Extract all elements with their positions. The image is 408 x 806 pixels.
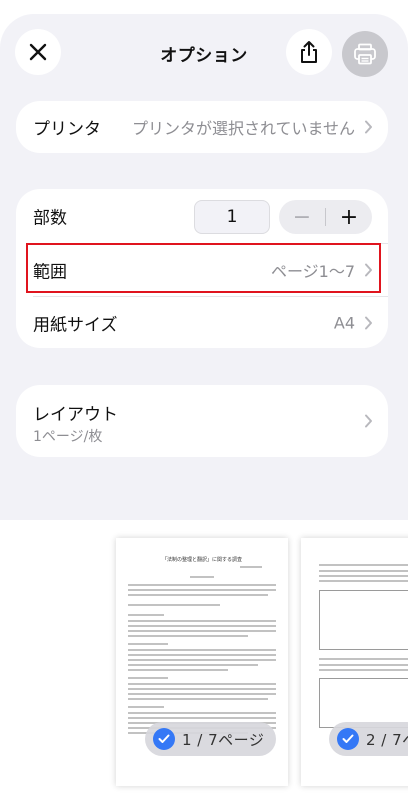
preview-text-line (319, 658, 408, 660)
preview-text-line (128, 693, 276, 695)
preview-text-line (240, 566, 262, 568)
preview-text-line (319, 570, 408, 572)
paper-size-row[interactable]: 用紙サイズ A4 (16, 297, 388, 349)
printer-label: プリンタ (33, 119, 101, 140)
preview-text-line (128, 683, 276, 685)
page-1-label: 1 / 7ページ (182, 730, 265, 749)
layout-label: レイアウト (33, 405, 118, 425)
increment-button[interactable]: + (326, 200, 372, 234)
page-2-label: 2 / 7ペ (366, 730, 408, 749)
preview-text-line (128, 664, 258, 666)
preview-text-line (128, 669, 228, 671)
printer-row[interactable]: プリンタ プリンタが選択されていません (16, 101, 388, 153)
sheet-title: オプション (160, 46, 248, 66)
preview-text-line (128, 677, 168, 679)
preview-doc-title: 「法制の整理と翻訳」に関する調査 (161, 557, 242, 563)
chevron-right-icon (365, 316, 372, 330)
page-2-selection-pill[interactable]: 2 / 7ペ (329, 722, 408, 756)
copies-stepper: − + (279, 200, 372, 234)
paper-size-value: A4 (333, 313, 355, 333)
preview-text-line (319, 564, 408, 566)
checkmark-icon (337, 728, 359, 750)
layout-value: 1ページ/枚 (33, 429, 103, 445)
share-button[interactable] (286, 29, 332, 75)
chevron-right-icon (365, 120, 372, 134)
printer-icon (354, 43, 376, 65)
preview-table (319, 590, 408, 650)
printer-value: プリンタが選択されていません (131, 119, 355, 138)
copies-row: 部数 1 − + (16, 189, 388, 243)
preview-text-line (128, 649, 276, 651)
preview-text-line (128, 659, 276, 661)
preview-text-line (128, 654, 276, 656)
preview-text-line (128, 688, 276, 690)
preview-text-line (128, 635, 248, 637)
preview-text-line (128, 589, 276, 591)
preview-text-line (128, 625, 276, 627)
preview-text-line (128, 698, 268, 700)
chevron-right-icon (365, 414, 372, 428)
copies-label: 部数 (33, 208, 67, 229)
preview-text-line (128, 594, 268, 596)
checkmark-icon (153, 728, 175, 750)
preview-text-line (319, 575, 408, 577)
preview-text-line (128, 717, 276, 719)
close-icon (29, 43, 47, 61)
range-highlight-box (26, 243, 381, 293)
share-icon (301, 41, 317, 63)
preview-text-line (128, 614, 164, 616)
layout-card[interactable]: レイアウト 1ページ/枚 (16, 385, 388, 457)
preview-text-line (319, 580, 408, 582)
printer-card: プリンタ プリンタが選択されていません (16, 101, 388, 153)
print-button[interactable] (342, 31, 388, 77)
page-1-selection-pill[interactable]: 1 / 7ページ (145, 722, 277, 756)
preview-text-line (128, 643, 168, 645)
preview-text-line (128, 620, 276, 622)
preview-text-line (190, 576, 214, 578)
preview-text-line (128, 584, 276, 586)
preview-text-line (128, 712, 276, 714)
copies-input[interactable]: 1 (194, 200, 270, 234)
close-button[interactable] (15, 29, 61, 75)
preview-text-line (128, 630, 276, 632)
preview-text-line (319, 664, 408, 666)
paper-size-label: 用紙サイズ (33, 315, 118, 336)
preview-text-line (128, 604, 220, 606)
preview-text-line (128, 706, 164, 708)
decrement-button[interactable]: − (279, 200, 325, 234)
preview-text-line (319, 669, 408, 671)
preview-table (319, 678, 408, 728)
